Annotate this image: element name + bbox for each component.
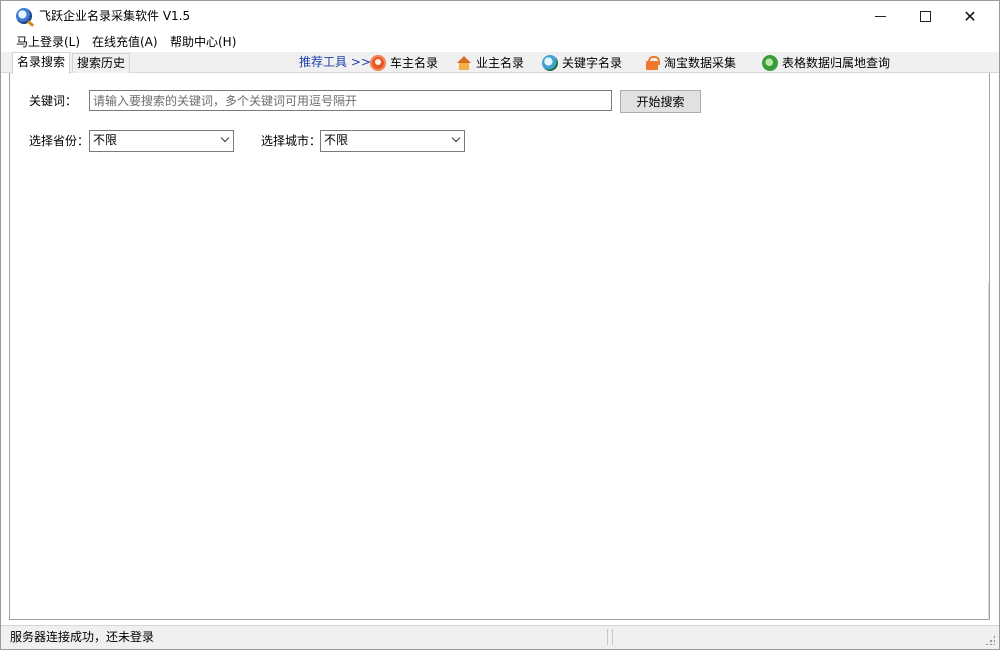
minimize-button[interactable] <box>857 1 903 32</box>
globe-icon <box>762 54 778 71</box>
city-select-value: 不限 <box>324 133 349 147</box>
chevron-down-icon <box>451 133 461 143</box>
status-bar: 服务器连接成功，还未登录 <box>1 625 999 649</box>
app-window: 飞跃企业名录采集软件 V1.5 ✕ 马上登录(L) 在线充值(A) 帮助中心(H… <box>0 0 1000 650</box>
status-text: 服务器连接成功，还未登录 <box>10 630 155 644</box>
tool-table-location-lookup[interactable]: 表格数据归属地查询 <box>762 54 890 71</box>
maximize-icon <box>919 11 931 22</box>
tab-strip: 名录搜索 搜索历史 推荐工具 >> 车主名录 业主名录 关键字名录 淘宝数据采集… <box>1 52 999 74</box>
panel-divider <box>988 283 989 618</box>
city-label: 选择城市： <box>261 134 322 148</box>
window-title: 飞跃企业名录采集软件 V1.5 <box>39 9 191 23</box>
province-select-value: 不限 <box>93 133 118 147</box>
tool-taobao-scraper-label: 淘宝数据采集 <box>664 56 737 70</box>
keyword-globe-icon <box>542 54 558 71</box>
close-icon: ✕ <box>963 6 977 26</box>
shopping-bag-icon <box>644 55 660 71</box>
search-panel: 关键词： 开始搜索 选择省份： 不限 选择城市： 不限 <box>9 73 990 620</box>
tool-car-owner[interactable]: 车主名录 <box>370 54 438 71</box>
status-divider <box>607 629 608 645</box>
keyword-label: 关键词： <box>29 94 78 108</box>
start-search-button[interactable]: 开始搜索 <box>620 90 701 113</box>
tab-search-history[interactable]: 搜索历史 <box>72 53 131 73</box>
close-button[interactable]: ✕ <box>947 1 993 32</box>
tool-property-owner-label: 业主名录 <box>476 56 525 70</box>
tool-table-location-lookup-label: 表格数据归属地查询 <box>782 56 891 70</box>
car-owner-icon <box>370 54 386 71</box>
magnifier-globe-icon <box>16 8 32 24</box>
menu-bar: 马上登录(L) 在线充值(A) 帮助中心(H) <box>1 32 999 52</box>
city-select[interactable]: 不限 <box>320 130 465 152</box>
tool-property-owner[interactable]: 业主名录 <box>456 54 524 71</box>
menu-recharge[interactable]: 在线充值(A) <box>92 34 158 50</box>
recommend-tools-label: 推荐工具 >> <box>299 55 371 69</box>
tool-taobao-scraper[interactable]: 淘宝数据采集 <box>644 54 736 71</box>
province-select[interactable]: 不限 <box>89 130 234 152</box>
maximize-button[interactable] <box>902 1 948 32</box>
province-label: 选择省份： <box>29 134 90 148</box>
title-bar: 飞跃企业名录采集软件 V1.5 ✕ <box>1 1 999 32</box>
minimize-icon <box>874 16 886 17</box>
menu-help[interactable]: 帮助中心(H) <box>170 34 236 50</box>
tool-keyword-directory[interactable]: 关键字名录 <box>542 54 622 71</box>
tool-car-owner-label: 车主名录 <box>390 56 439 70</box>
tab-directory-search[interactable]: 名录搜索 <box>12 52 71 74</box>
house-icon <box>456 55 472 71</box>
keyword-input[interactable] <box>89 90 612 111</box>
chevron-down-icon <box>220 133 230 143</box>
tool-keyword-directory-label: 关键字名录 <box>562 56 623 70</box>
menu-login[interactable]: 马上登录(L) <box>16 34 80 50</box>
status-divider <box>612 629 613 645</box>
resize-grip-icon[interactable] <box>985 635 995 645</box>
